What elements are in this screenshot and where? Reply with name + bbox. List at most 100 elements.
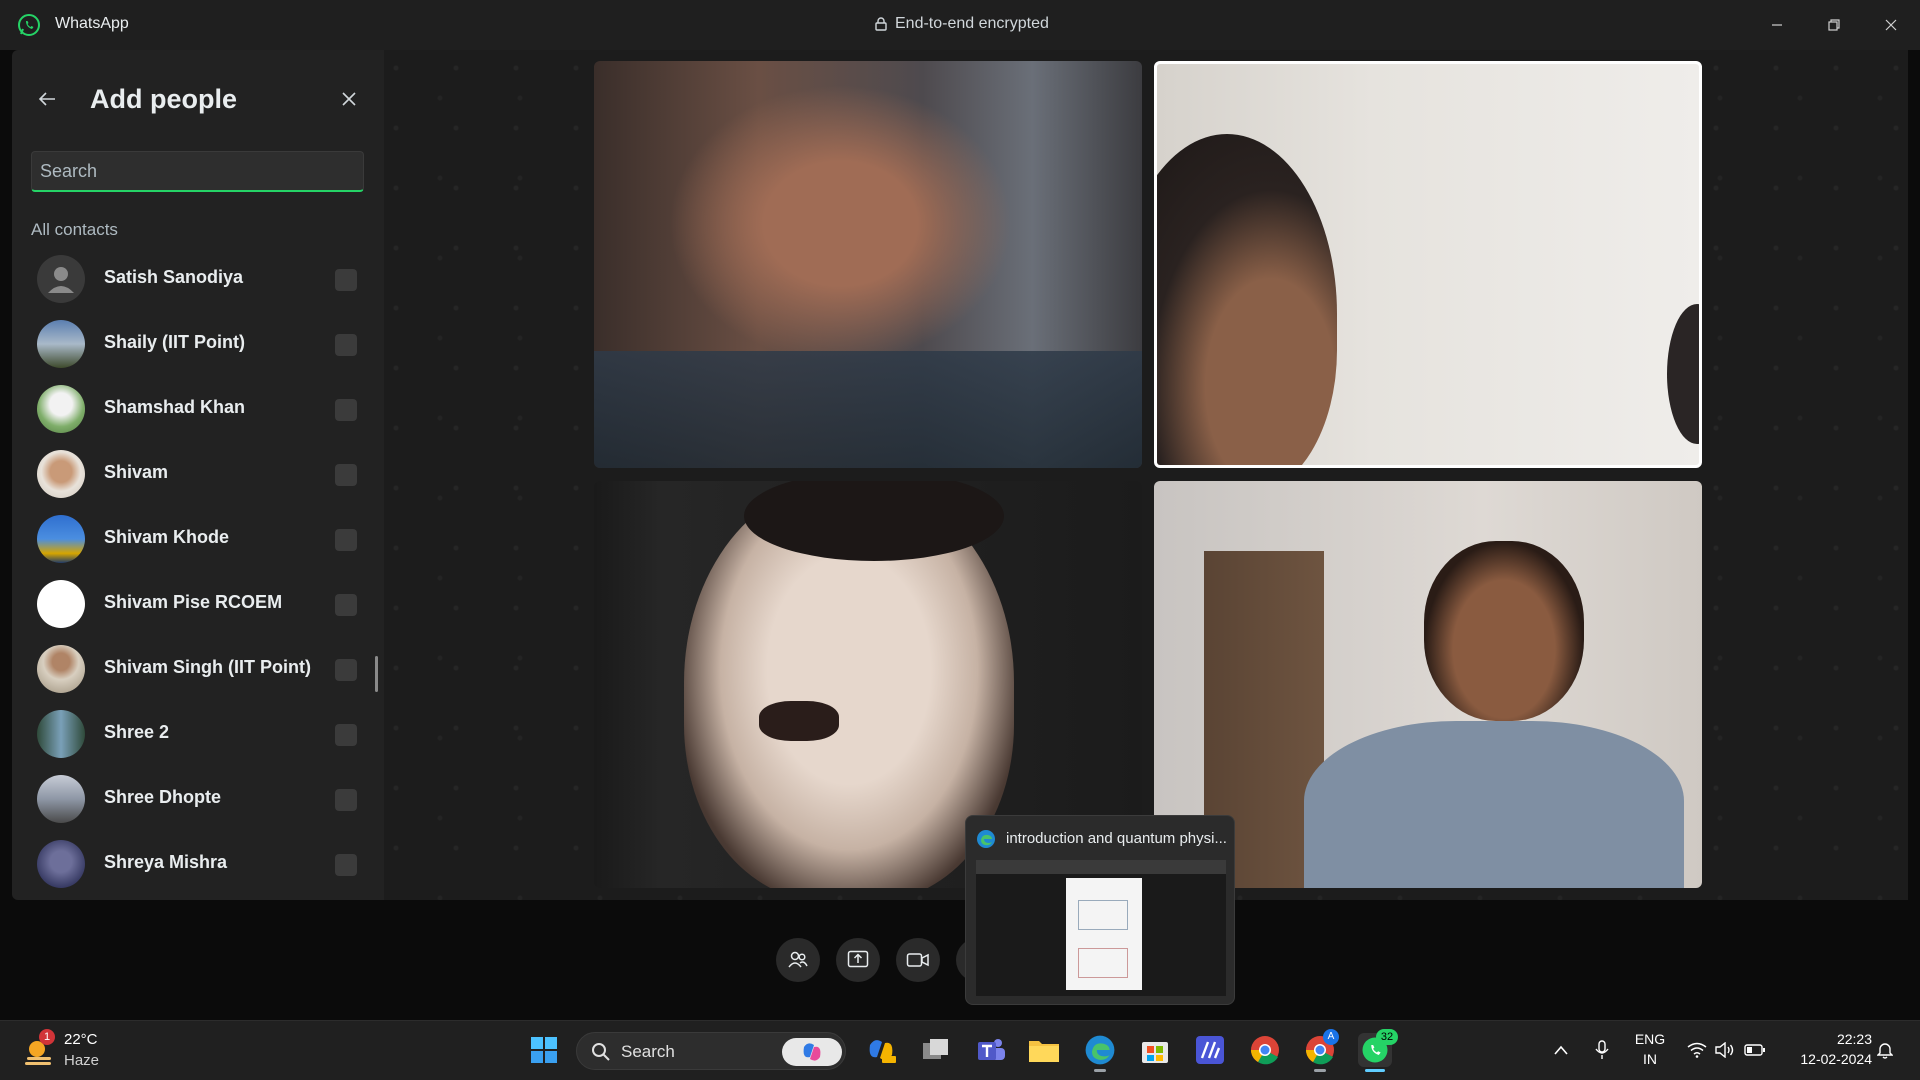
contact-row[interactable]: Shivam Singh (IIT Point) [12,637,384,702]
chrome-icon [1251,1036,1279,1065]
taskbar-app-task-view[interactable] [919,1033,953,1067]
thumbnail-figure [1078,948,1128,978]
contact-row[interactable]: Shamshad Khan [12,377,384,442]
language-indicator-top[interactable]: ENG [1630,1031,1670,1047]
close-panel-button[interactable] [334,84,364,114]
avatar [37,840,85,888]
search-field[interactable] [31,151,364,192]
taskbar-app-store[interactable] [1138,1033,1172,1067]
minimize-icon [1772,24,1782,26]
section-label: All contacts [31,220,118,239]
clock-date[interactable]: 12-02-2024 [1782,1051,1872,1067]
taskbar-app-file-explorer[interactable] [1027,1033,1061,1067]
app-title: WhatsApp [55,15,129,32]
video-toggle-button[interactable] [896,938,940,982]
contact-name: Satish Sanodiya [104,267,244,287]
contact-checkbox[interactable] [335,399,357,421]
close-icon [342,92,356,106]
avatar [37,320,85,368]
taskbar-app-edge[interactable] [1083,1033,1117,1072]
microphone-icon [1595,1040,1609,1059]
taskbar-app-teams[interactable] [974,1033,1008,1067]
participants-button[interactable] [776,938,820,982]
participant-video-tile[interactable] [1154,481,1702,888]
thumbnail-page [1066,878,1142,990]
video-frame-region [594,351,1142,468]
contact-name: Shree Dhopte [104,787,222,807]
contact-checkbox[interactable] [335,789,357,811]
contact-checkbox[interactable] [335,724,357,746]
taskbar-app-chrome-profile[interactable]: A [1303,1029,1339,1072]
clock-time[interactable]: 22:23 [1782,1031,1872,1047]
mathpix-icon [1196,1036,1224,1064]
contact-checkbox[interactable] [335,334,357,356]
contact-row[interactable]: Shree Dhopte [12,767,384,832]
contact-checkbox[interactable] [335,594,357,616]
taskbar-app-copilot[interactable] [864,1033,898,1067]
battery-tray-button[interactable] [1738,1033,1772,1067]
active-indicator [1365,1069,1385,1072]
contact-name: Shamshad Khan [104,397,246,417]
search-input[interactable] [32,152,363,190]
contact-row[interactable]: Shaily (IIT Point) [12,312,384,377]
contact-name: Shree 2 [104,722,170,742]
contact-checkbox[interactable] [335,269,357,291]
contact-name: Shreya Mishra [104,852,228,872]
taskbar: 1 22°C Haze Search A 32 ENG IN 22:23 12-… [0,1020,1920,1080]
taskbar-app-whatsapp[interactable]: 32 [1358,1029,1398,1072]
contact-list-scrollbar[interactable] [375,656,378,692]
minimize-button[interactable] [1757,8,1797,42]
contact-checkbox[interactable] [335,659,357,681]
contact-row[interactable]: Shree 2 [12,702,384,767]
contact-row[interactable]: Shivam [12,442,384,507]
teams-icon [978,1039,1005,1060]
taskbar-app-chrome[interactable] [1248,1033,1282,1067]
language-indicator-bottom[interactable]: IN [1630,1051,1670,1067]
title-bar: WhatsApp End-to-end encrypted [0,0,1920,50]
video-frame-region [1667,304,1699,444]
taskbar-search[interactable]: Search [576,1032,846,1070]
start-button[interactable] [527,1033,561,1067]
avatar [37,450,85,498]
contact-checkbox[interactable] [335,529,357,551]
weather-temperature: 22°C [64,1031,98,1048]
edge-browser-icon [1085,1035,1115,1065]
video-frame-region [1424,541,1584,721]
folder-icon [1029,1041,1059,1062]
close-window-button[interactable] [1871,8,1911,42]
running-indicator [1314,1069,1326,1072]
show-hidden-icons-button[interactable] [1544,1033,1578,1067]
taskbar-window-preview[interactable]: introduction and quantum physi... [965,815,1235,1005]
battery-icon [1744,1044,1765,1056]
contact-checkbox[interactable] [335,854,357,876]
contact-list: Satish Sanodiya Shaily (IIT Point) Shams… [12,250,384,900]
back-button[interactable] [32,84,62,114]
contact-checkbox[interactable] [335,464,357,486]
weather-widget[interactable]: 1 [22,1029,56,1067]
copilot-pill[interactable] [782,1038,842,1066]
taskbar-search-label: Search [621,1042,675,1061]
bell-icon [1877,1043,1893,1059]
volume-tray-button[interactable] [1708,1033,1742,1067]
lock-icon [875,17,887,31]
preview-thumbnail [976,860,1226,996]
preview-title: introduction and quantum physi... [1006,830,1227,847]
panel-title: Add people [90,84,237,114]
contact-row[interactable]: Shivam Khode [12,507,384,572]
contact-row[interactable]: Satish Sanodiya [12,250,384,312]
profile-badge: A [1323,1029,1339,1045]
contact-row[interactable]: Shreya Mishra [12,832,384,897]
share-screen-button[interactable] [836,938,880,982]
notifications-button[interactable] [1868,1033,1902,1067]
arrow-left-icon [38,92,55,106]
people-icon [788,951,808,968]
taskbar-app-mathpix[interactable] [1193,1033,1227,1067]
contact-row[interactable]: Shivam Pise RCOEM [12,572,384,637]
restore-icon [1828,19,1840,31]
participant-video-tile[interactable] [594,61,1142,468]
contact-row-partial[interactable] [12,897,384,900]
active-speaker-video-tile[interactable] [1154,61,1702,468]
restore-button[interactable] [1814,8,1854,42]
avatar [37,385,85,433]
microphone-tray-button[interactable] [1585,1033,1619,1067]
